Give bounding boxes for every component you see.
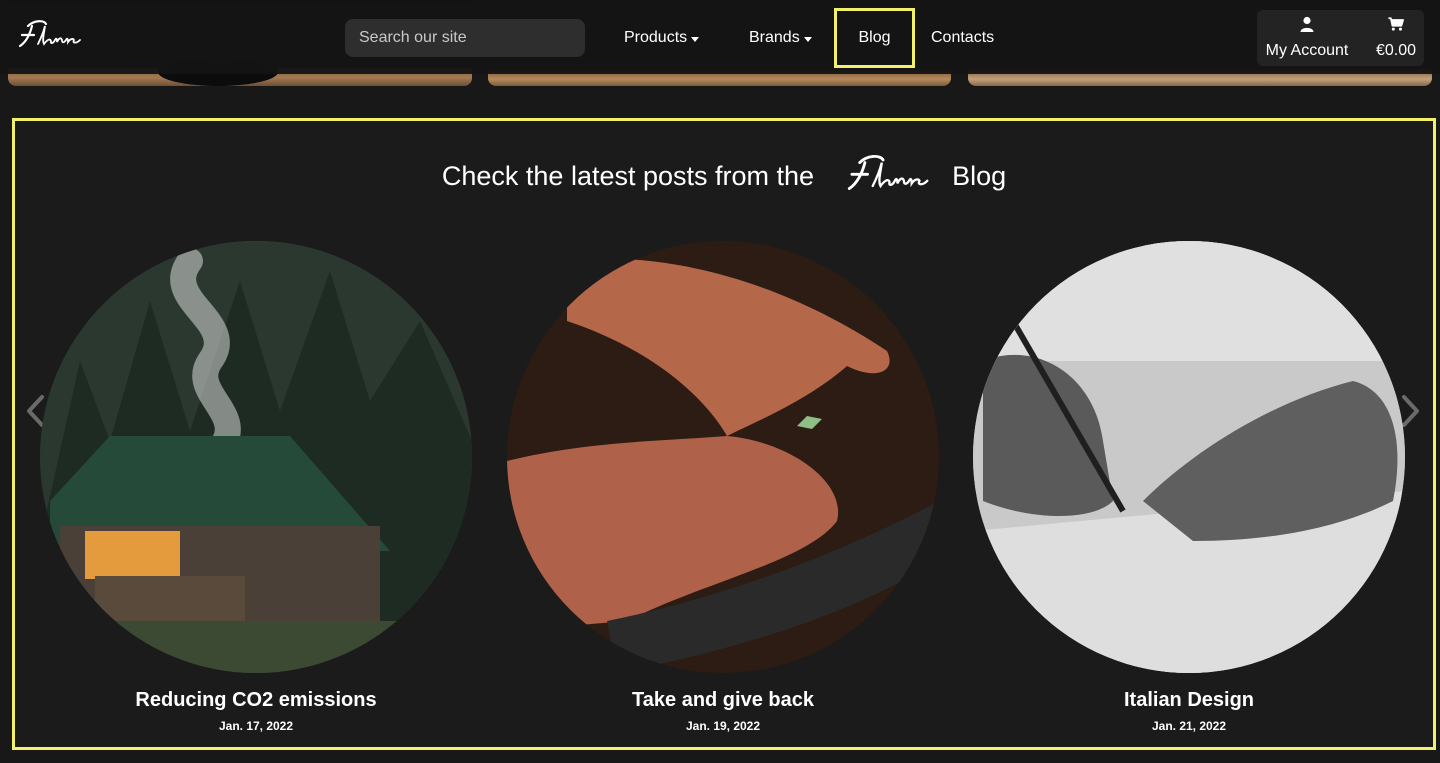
nav-products-label: Products — [624, 29, 688, 46]
cart-total: €0.00 — [1375, 42, 1417, 59]
page: Products Brands Blog Contacts My Account — [0, 0, 1440, 763]
cart-icon — [1388, 17, 1404, 31]
blog-post-date: Jan. 17, 2022 — [218, 719, 294, 733]
blog-post-image[interactable] — [507, 241, 939, 673]
nav-brands-dropdown[interactable]: Brands — [749, 26, 812, 50]
blog-post-image[interactable] — [973, 241, 1405, 673]
nav-blog-label: Blog — [858, 29, 891, 46]
blog-title-suffix: Blog — [952, 160, 1007, 191]
blog-post-card[interactable]: Reducing CO2 emissions Jan. 17, 2022 — [40, 241, 472, 733]
blog-post-title[interactable]: Reducing CO2 emissions — [40, 689, 472, 712]
search-bar — [345, 19, 585, 57]
blog-post-date: Jan. 19, 2022 — [685, 719, 761, 733]
blog-title-prefix: Check the latest posts from the — [441, 160, 815, 191]
flame-logo-icon — [832, 147, 942, 199]
flame-logo-icon — [18, 20, 81, 48]
my-account-label: My Account — [1265, 42, 1349, 59]
account-cart-box: My Account €0.00 — [1257, 10, 1424, 66]
blog-post-date: Jan. 21, 2022 — [1151, 719, 1227, 733]
nav-products-dropdown[interactable]: Products — [624, 26, 700, 50]
nav-blog-link[interactable]: Blog — [834, 8, 915, 68]
blog-posts-section: Check the latest posts from the Blog Red… — [12, 118, 1436, 750]
nav-brands-label: Brands — [749, 29, 800, 46]
blog-post-title[interactable]: Italian Design — [973, 689, 1405, 712]
user-icon — [1300, 16, 1314, 32]
blog-post-card[interactable]: Take and give back Jan. 19, 2022 — [507, 241, 939, 733]
search-input[interactable] — [357, 28, 568, 48]
blog-post-title[interactable]: Take and give back — [507, 689, 939, 712]
nav-contacts-link[interactable]: Contacts — [931, 26, 994, 50]
nav-contacts-label: Contacts — [931, 29, 995, 46]
blog-post-card[interactable]: Italian Design Jan. 21, 2022 — [973, 241, 1405, 733]
chevron-down-icon — [691, 36, 700, 42]
cart-button[interactable]: €0.00 — [1369, 16, 1423, 60]
chevron-down-icon — [803, 36, 812, 42]
blog-section-title: Check the latest posts from the Blog — [15, 147, 1433, 205]
blog-post-image[interactable] — [40, 241, 472, 673]
navbar: Products Brands Blog Contacts My Account — [0, 0, 1440, 74]
my-account-button[interactable]: My Account — [1265, 16, 1349, 60]
brand-logo[interactable] — [14, 14, 84, 54]
